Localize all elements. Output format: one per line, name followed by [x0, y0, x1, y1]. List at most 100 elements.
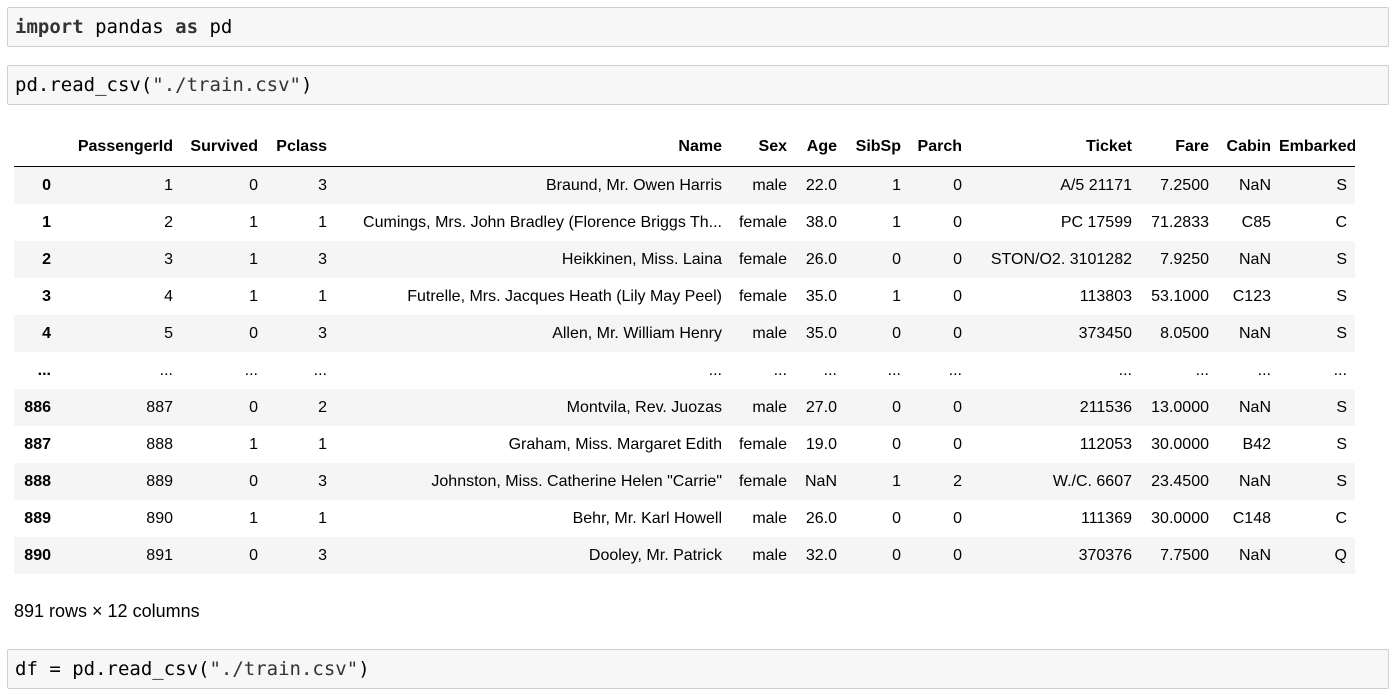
table-row: 889 890 1 1 Behr, Mr. Karl Howell male 26.0 0 0 1… — [14, 500, 1355, 537]
table-cell: 0 — [892, 509, 901, 527]
table-cell: 887 — [146, 398, 173, 416]
table-cell: Braund, Mr. Owen Harris — [545, 176, 722, 194]
table-cell: ... — [159, 361, 173, 379]
row-index: 1 — [42, 213, 51, 231]
row-index: 2 — [42, 250, 51, 268]
table-cell: 1 — [318, 435, 327, 453]
row-index: 886 — [24, 398, 51, 416]
code-cell-import[interactable]: import pandas as pd — [7, 7, 1389, 47]
table-cell: 0 — [249, 546, 258, 564]
table-cell: 0 — [892, 250, 901, 268]
table-cell: 1 — [249, 250, 258, 268]
table-cell: 1 — [318, 509, 327, 527]
column-header: PassengerId — [59, 128, 181, 167]
code-cell-assign-df[interactable]: df = pd.read_csv("./train.csv") — [7, 649, 1389, 689]
table-cell: 27.0 — [805, 398, 837, 416]
column-header: Pclass — [266, 128, 335, 167]
table-cell: female — [738, 287, 787, 305]
table-cell: 1 — [892, 213, 901, 231]
column-header: Ticket — [970, 128, 1140, 167]
code-prefix: df = pd.read_csv( — [15, 658, 210, 680]
table-cell: 1 — [318, 213, 327, 231]
code-cell-read-csv[interactable]: pd.read_csv("./train.csv") — [7, 65, 1389, 105]
code-suffix: ) — [301, 74, 313, 96]
table-cell: 889 — [146, 472, 173, 490]
table-cell: 0 — [892, 324, 901, 342]
row-index: 4 — [42, 324, 51, 342]
row-index: 3 — [42, 287, 51, 305]
table-cell: Allen, Mr. William Henry — [552, 324, 722, 342]
table-cell: 888 — [146, 435, 173, 453]
table-cell: 26.0 — [805, 509, 837, 527]
table-cell: S — [1336, 435, 1347, 453]
table-body: 0 1 0 3 Braund, Mr. Owen Harris male 22.0 1 0 A/5… — [14, 166, 1355, 574]
row-index: ... — [37, 361, 51, 379]
table-cell: ... — [1195, 361, 1209, 379]
table-cell: 113803 — [1079, 287, 1132, 305]
table-cell: 0 — [953, 250, 962, 268]
table-cell: 0 — [953, 509, 962, 527]
table-cell: Heikkinen, Miss. Laina — [561, 250, 722, 268]
import-alias: pd — [198, 16, 233, 38]
table-cell: NaN — [1238, 398, 1271, 416]
column-header: SibSp — [845, 128, 909, 167]
table-cell: 71.2833 — [1151, 213, 1209, 231]
code-suffix: ) — [358, 658, 370, 680]
table-cell: 891 — [146, 546, 173, 564]
table-row: 890 891 0 3 Dooley, Mr. Patrick male 32.0 0 0 370… — [14, 537, 1355, 574]
table-cell: Cumings, Mrs. John Bradley (Florence Bri… — [363, 213, 722, 231]
table-cell: male — [752, 176, 787, 194]
table-cell: 1 — [249, 213, 258, 231]
table-cell: S — [1336, 250, 1347, 268]
table-cell: S — [1336, 176, 1347, 194]
import-keyword: import — [15, 16, 84, 38]
column-header: Cabin — [1217, 128, 1279, 167]
table-row: 0 1 0 3 Braund, Mr. Owen Harris male 22.0 1 0 A/5… — [14, 166, 1355, 204]
table-cell: NaN — [1238, 546, 1271, 564]
table-cell: 0 — [953, 287, 962, 305]
dataframe-output: PassengerId Survived Pclass Name Sex Age SibSp… — [14, 128, 1356, 574]
table-row: 2 3 1 3 Heikkinen, Miss. Laina female 26.0 0 0 ST… — [14, 241, 1355, 278]
column-header: Parch — [909, 128, 970, 167]
table-cell: 7.9250 — [1160, 250, 1209, 268]
table-cell: 0 — [953, 176, 962, 194]
table-cell: 373450 — [1078, 324, 1132, 342]
table-cell: 2 — [318, 398, 327, 416]
table-cell: Montvila, Rev. Juozas — [566, 398, 722, 416]
table-cell: ... — [887, 361, 901, 379]
table-cell: 1 — [249, 287, 258, 305]
table-cell: ... — [244, 361, 258, 379]
import-module: pandas — [83, 16, 176, 38]
table-cell: 5 — [164, 324, 173, 342]
table-cell: 1 — [892, 472, 901, 490]
table-cell: 22.0 — [805, 176, 837, 194]
table-cell: ... — [708, 361, 722, 379]
table-row: ....................................... — [14, 352, 1355, 389]
table-cell: A/5 21171 — [1060, 176, 1132, 194]
column-header: Sex — [730, 128, 795, 167]
table-cell: 0 — [953, 398, 962, 416]
table-cell: Futrelle, Mrs. Jacques Heath (Lily May P… — [407, 287, 722, 305]
table-cell: 0 — [953, 324, 962, 342]
dataframe-shape-label: 891 rows × 12 columns — [14, 601, 200, 621]
table-cell: 1 — [164, 176, 173, 194]
code-string: "./train.csv" — [152, 74, 301, 96]
table-cell: ... — [773, 361, 787, 379]
table-cell: male — [752, 398, 787, 416]
table-cell: 1 — [892, 176, 901, 194]
table-cell: Dooley, Mr. Patrick — [588, 546, 722, 564]
table-cell: 23.4500 — [1151, 472, 1209, 490]
table-row: 4 5 0 3 Allen, Mr. William Henry male 35.0 0 0 37… — [14, 315, 1355, 352]
table-cell: 1 — [318, 287, 327, 305]
code-prefix: pd.read_csv( — [15, 74, 153, 96]
table-cell: 7.2500 — [1160, 176, 1209, 194]
row-index: 890 — [24, 546, 51, 564]
table-cell: 2 — [164, 213, 173, 231]
row-index: 0 — [42, 176, 51, 194]
table-cell: 111369 — [1080, 509, 1132, 527]
table-cell: male — [752, 324, 787, 342]
index-header — [14, 128, 59, 167]
table-cell: S — [1336, 472, 1347, 490]
table-cell: W./C. 6607 — [1052, 472, 1132, 490]
table-cell: 8.0500 — [1160, 324, 1209, 342]
